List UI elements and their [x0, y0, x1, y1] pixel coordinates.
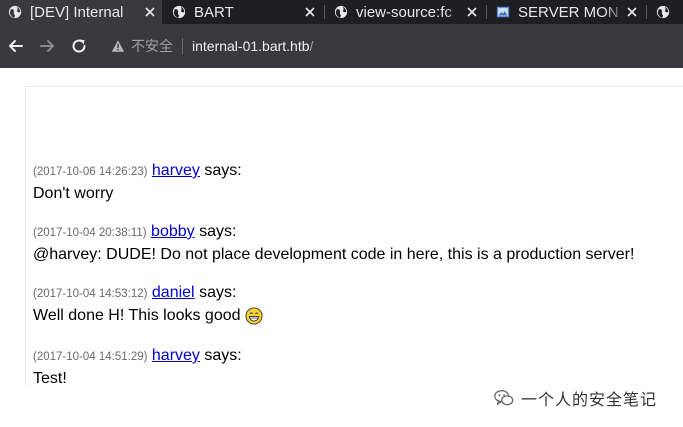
tab-server-monitor[interactable]: SERVER MON: [488, 0, 644, 24]
message-says-label: says:: [199, 223, 237, 240]
close-icon[interactable]: [626, 6, 638, 18]
watermark-text: 一个人的安全笔记: [521, 392, 658, 409]
message-text: Well done H! This looks good: [33, 306, 263, 326]
globe-icon: [334, 5, 348, 19]
close-icon[interactable]: [144, 6, 156, 18]
forward-arrow-icon[interactable]: [37, 36, 57, 56]
message-username-link[interactable]: bobby: [151, 223, 195, 240]
tab-divider: [324, 5, 325, 19]
message-body: Don't worry: [33, 185, 114, 202]
tab-dev-internal[interactable]: [DEV] Internal: [0, 0, 162, 24]
message-text: Test!: [33, 369, 242, 389]
message-body: @harvey: DUDE! Do not place development …: [33, 246, 635, 263]
message-username-link[interactable]: daniel: [152, 284, 195, 301]
tab-divider: [486, 5, 487, 19]
chat-message: (2017-10-06 14:26:23) harvey says: Don't…: [33, 162, 242, 204]
back-arrow-icon[interactable]: [6, 36, 26, 56]
tab-bart[interactable]: BART: [164, 0, 322, 24]
message-timestamp: (2017-10-04 14:53:12): [33, 288, 148, 300]
tab-partial[interactable]: [648, 0, 683, 24]
address-bar[interactable]: 不安全 internal-01.bart.htb /: [103, 34, 313, 58]
watermark: 一个人的安全笔记: [493, 386, 657, 410]
tab-title: view-source:fc: [356, 3, 452, 21]
message-username-link[interactable]: harvey: [152, 347, 200, 364]
grin-emoji-icon: [244, 307, 263, 325]
message-header: (2017-10-04 20:38:11) bobby says:: [33, 223, 634, 242]
message-text: @harvey: DUDE! Do not place development …: [33, 245, 634, 265]
message-timestamp: (2017-10-06 14:26:23): [33, 166, 148, 178]
chat-message: (2017-10-04 20:38:11) bobby says: @harve…: [33, 223, 634, 265]
browser-toolbar: 不安全 internal-01.bart.htb /: [0, 24, 683, 68]
message-body: Well done H! This looks good: [33, 307, 241, 324]
message-text: Don't worry: [33, 184, 242, 204]
message-username-link[interactable]: harvey: [152, 162, 200, 179]
url-host[interactable]: internal-01.bart.htb: [192, 38, 310, 54]
message-header: (2017-10-06 14:26:23) harvey says:: [33, 162, 242, 181]
message-says-label: says:: [199, 284, 237, 301]
tab-title: [DEV] Internal: [30, 3, 124, 21]
tab-title: BART: [194, 3, 234, 21]
wechat-icon: [494, 390, 514, 406]
message-says-label: says:: [204, 347, 242, 364]
tab-title: SERVER MON: [518, 3, 619, 21]
chat-message: (2017-10-04 14:53:12) daniel says: Well …: [33, 284, 263, 326]
image-icon: [496, 6, 510, 18]
reload-icon[interactable]: [69, 36, 89, 56]
message-timestamp: (2017-10-04 20:38:11): [33, 227, 147, 239]
url-path[interactable]: /: [310, 38, 314, 54]
message-header: (2017-10-04 14:53:12) daniel says:: [33, 284, 263, 303]
address-divider: [182, 38, 183, 54]
tab-view-source[interactable]: view-source:fc: [326, 0, 484, 24]
chat-message: (2017-10-04 14:51:29) harvey says: Test!: [33, 347, 242, 389]
message-says-label: says:: [204, 162, 242, 179]
tab-divider: [646, 5, 647, 19]
message-header: (2017-10-04 14:51:29) harvey says:: [33, 347, 242, 366]
tab-strip: [DEV] Internal BART view-source:fc SERVE…: [0, 0, 683, 24]
security-label[interactable]: 不安全: [131, 36, 173, 56]
message-timestamp: (2017-10-04 14:51:29): [33, 351, 148, 363]
globe-icon: [172, 5, 186, 19]
globe-icon: [8, 5, 22, 19]
close-icon[interactable]: [466, 6, 478, 18]
close-icon[interactable]: [304, 6, 316, 18]
warning-icon[interactable]: [111, 39, 125, 53]
globe-icon: [656, 5, 670, 19]
message-body: Test!: [33, 370, 67, 387]
